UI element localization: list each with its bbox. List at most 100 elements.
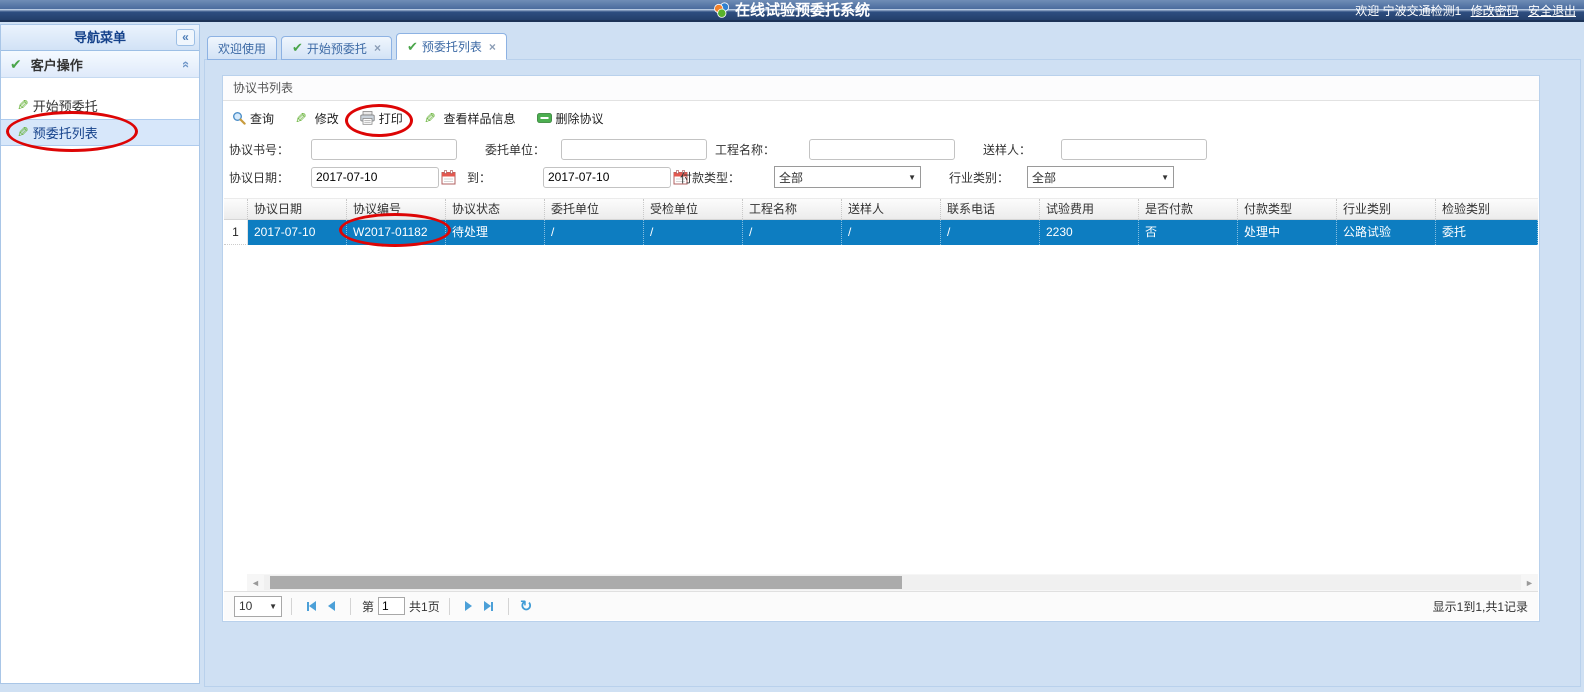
project-name-input[interactable] xyxy=(809,139,955,160)
agreement-grid: 协议日期 协议编号 协议状态 委托单位 受检单位 工程名称 送样人 联系电话 试… xyxy=(224,198,1538,574)
tab-pre-commission-list[interactable]: ✔ 预委托列表 × xyxy=(396,33,507,60)
scrollbar-track[interactable] xyxy=(264,575,1521,590)
print-button[interactable]: 打印 xyxy=(360,110,403,127)
view-sample-info-button[interactable]: ✎ 查看样品信息 xyxy=(424,110,516,127)
page-prefix-label: 第 xyxy=(362,598,374,615)
tab-close-icon[interactable]: × xyxy=(489,40,496,54)
project-name-label: 工程名称： xyxy=(715,141,809,158)
column-header[interactable]: 是否付款 xyxy=(1139,199,1238,219)
grid-cell-test-fee: 2230 xyxy=(1040,220,1139,245)
welcome-text: 欢迎 宁波交通检测1 xyxy=(1355,4,1461,18)
grid-cell-payment-type: 处理中 xyxy=(1238,220,1337,245)
logout-link[interactable]: 安全退出 xyxy=(1528,4,1576,18)
pager-summary: 显示1到1,共1记录 xyxy=(1433,598,1528,615)
column-header[interactable]: 行业类别 xyxy=(1337,199,1436,219)
pager-first-button[interactable] xyxy=(307,601,316,611)
change-password-link[interactable]: 修改密码 xyxy=(1471,4,1519,18)
sidebar-collapse-button[interactable]: « xyxy=(176,29,195,46)
last-page-icon xyxy=(484,601,491,611)
column-header[interactable]: 委托单位 xyxy=(545,199,644,219)
delete-icon xyxy=(537,113,552,123)
agreement-list-panel: 协议书列表 查询 ✎ 修改 打印 ✎ 查看样品信息 xyxy=(222,75,1540,622)
row-number-header xyxy=(224,199,248,219)
sample-sender-label: 送样人： xyxy=(983,141,1061,158)
pencil-icon: ✎ xyxy=(424,110,436,127)
printer-icon xyxy=(360,111,375,125)
column-header[interactable]: 协议状态 xyxy=(446,199,545,219)
column-header[interactable]: 联系电话 xyxy=(941,199,1040,219)
sidebar-section-client-operations[interactable]: ✔ 客户操作 « xyxy=(1,51,199,78)
horizontal-scrollbar[interactable]: ◄ ► xyxy=(247,574,1538,591)
tabstrip: 欢迎使用 ✔ 开始预委托 × ✔ 预委托列表 × xyxy=(207,33,511,60)
agreement-no-label: 协议书号： xyxy=(229,141,311,158)
pencil-icon: ✎ xyxy=(17,124,29,141)
page-size-select[interactable]: 10 ▼ xyxy=(234,596,282,617)
sidebar-item-pre-commission-list[interactable]: ✎ 预委托列表 xyxy=(1,119,199,146)
dropdown-icon: ▼ xyxy=(908,173,916,182)
app-header: 在线试验预委托系统 欢迎 宁波交通检测1 修改密码 安全退出 xyxy=(0,0,1584,22)
date-to-label: 到： xyxy=(467,169,543,186)
scroll-left-button[interactable]: ◄ xyxy=(247,578,264,588)
grid-cell-agreement-status: 待处理 xyxy=(446,220,545,245)
sidebar-item-start-pre-commission[interactable]: ✎ 开始预委托 xyxy=(1,92,199,119)
page-number-input[interactable] xyxy=(378,597,405,615)
sidebar-item-label: 预委托列表 xyxy=(33,123,98,142)
column-header[interactable]: 协议编号 xyxy=(347,199,446,219)
chevron-up-icon[interactable]: « xyxy=(179,60,194,67)
grid-cell-agreement-no: W2017-01182 xyxy=(347,220,446,245)
table-row[interactable]: 1 2017-07-10 W2017-01182 待处理 / / / / / 2… xyxy=(224,220,1538,245)
page-size-value: 10 xyxy=(239,599,269,613)
app-logo-icon xyxy=(714,2,730,18)
sidebar-section-label: 客户操作 xyxy=(31,55,83,74)
pager: 10 ▼ 第 共1页 ↻ 显示1到1,共1记录 xyxy=(224,591,1538,620)
toolbar-button-label: 打印 xyxy=(379,110,403,127)
agreement-date-from-input[interactable] xyxy=(311,167,439,188)
sample-sender-input[interactable] xyxy=(1061,139,1207,160)
client-unit-input[interactable] xyxy=(561,139,707,160)
calendar-icon[interactable] xyxy=(441,170,456,185)
search-button[interactable]: 查询 xyxy=(232,110,274,127)
column-header[interactable]: 试验费用 xyxy=(1040,199,1139,219)
app-title-text: 在线试验预委托系统 xyxy=(735,2,870,19)
first-page-icon xyxy=(309,601,316,611)
grid-cell-industry-category: 公路试验 xyxy=(1337,220,1436,245)
delete-agreement-button[interactable]: 删除协议 xyxy=(537,110,604,127)
scrollbar-thumb[interactable] xyxy=(270,576,902,589)
column-header[interactable]: 工程名称 xyxy=(743,199,842,219)
collapse-icon: « xyxy=(182,30,189,44)
grid-cell-inspection-category: 委托 xyxy=(1436,220,1538,245)
pager-last-button[interactable] xyxy=(484,601,493,611)
toolbar-button-label: 查询 xyxy=(250,110,274,127)
row-number-cell: 1 xyxy=(224,220,248,245)
pager-next-button[interactable] xyxy=(465,601,472,611)
column-header[interactable]: 受检单位 xyxy=(644,199,743,219)
column-header[interactable]: 付款类型 xyxy=(1238,199,1337,219)
dropdown-icon: ▼ xyxy=(269,602,277,611)
column-header[interactable]: 送样人 xyxy=(842,199,941,219)
check-icon: ✔ xyxy=(292,40,303,56)
pencil-icon: ✎ xyxy=(17,97,29,114)
agreement-no-input[interactable] xyxy=(311,139,457,160)
agreement-date-to-input[interactable] xyxy=(543,167,671,188)
tab-welcome[interactable]: 欢迎使用 xyxy=(207,36,277,60)
tab-close-icon[interactable]: × xyxy=(374,41,381,55)
scroll-right-button[interactable]: ► xyxy=(1521,578,1538,588)
edit-button[interactable]: ✎ 修改 xyxy=(295,110,339,127)
toolbar: 查询 ✎ 修改 打印 ✎ 查看样品信息 删除协议 xyxy=(223,101,1539,135)
pager-prev-button[interactable] xyxy=(328,601,335,611)
grid-cell-client-unit: / xyxy=(545,220,644,245)
panel-header: 协议书列表 xyxy=(223,76,1539,101)
industry-category-select[interactable]: 全部 ▼ xyxy=(1027,166,1174,188)
tab-start-pre-commission[interactable]: ✔ 开始预委托 × xyxy=(281,36,392,60)
grid-cell-paid: 否 xyxy=(1139,220,1238,245)
industry-category-label: 行业类别： xyxy=(949,169,1027,186)
search-icon xyxy=(232,111,246,125)
column-header[interactable]: 协议日期 xyxy=(248,199,347,219)
refresh-button[interactable]: ↻ xyxy=(520,597,533,615)
page-total-label: 共1页 xyxy=(409,598,440,615)
payment-type-select[interactable]: 全部 ▼ xyxy=(774,166,921,188)
grid-cell-sample-sender: / xyxy=(842,220,941,245)
column-header[interactable]: 检验类别 xyxy=(1436,199,1538,219)
pencil-icon: ✎ xyxy=(295,110,307,127)
grid-cell-project-name: / xyxy=(743,220,842,245)
